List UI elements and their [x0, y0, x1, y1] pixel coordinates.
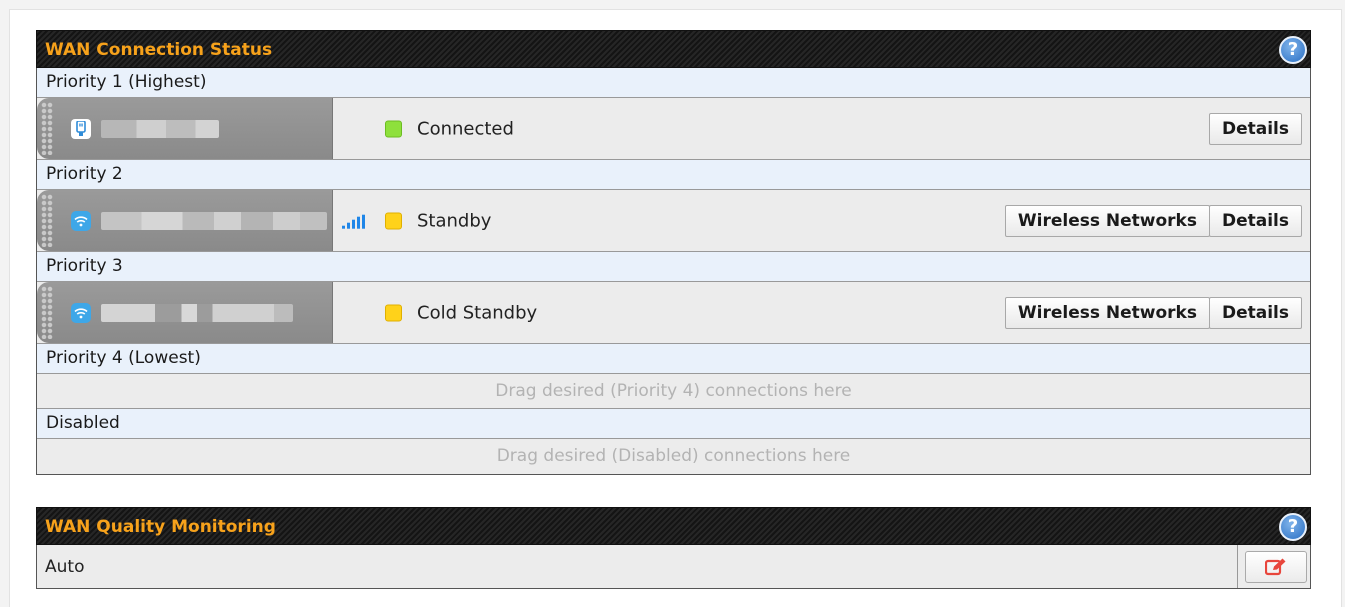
- connection-status: Connected: [417, 118, 514, 139]
- wan-connection-status-panel: WAN Connection Status ? Priority 1 (High…: [36, 30, 1311, 475]
- details-button[interactable]: Details: [1208, 296, 1302, 329]
- usb-modem-icon: [71, 118, 91, 139]
- quality-monitoring-value: Auto: [45, 556, 85, 577]
- wireless-networks-button[interactable]: Wireless Networks: [1004, 296, 1210, 329]
- connection-row-priority-3: Cold Standby Wireless Networks Details: [37, 282, 1310, 344]
- column-divider: [1237, 545, 1238, 588]
- signal-bars-icon: [342, 214, 365, 229]
- connection-status: Standby: [417, 210, 492, 231]
- connection-row-priority-2: Standby Wireless Networks Details: [37, 190, 1310, 252]
- panel-title: WAN Connection Status: [45, 40, 273, 60]
- row-actions: Details: [1208, 112, 1302, 145]
- quality-monitoring-row: Auto: [36, 545, 1311, 589]
- priority-1-label: Priority 1 (Highest): [37, 68, 1310, 98]
- priority-2-label: Priority 2: [37, 160, 1310, 190]
- row-actions: Wireless Networks Details: [1004, 296, 1302, 329]
- connection-tile[interactable]: [37, 282, 333, 343]
- connection-name-redacted: [101, 119, 219, 138]
- status-indicator: [385, 304, 402, 321]
- drag-handle[interactable]: [41, 286, 53, 339]
- drag-handle[interactable]: [41, 102, 53, 155]
- wan-quality-monitoring-panel: WAN Quality Monitoring ? Auto: [36, 507, 1311, 589]
- edit-icon: [1265, 558, 1286, 576]
- details-button[interactable]: Details: [1208, 204, 1302, 237]
- help-icon[interactable]: ?: [1279, 513, 1307, 541]
- priority-table: Priority 1 (Highest) Connected Details P…: [36, 68, 1311, 475]
- wifi-icon: [71, 210, 91, 231]
- connection-name-redacted: [101, 303, 293, 322]
- disabled-drop-zone[interactable]: Drag desired (Disabled) connections here: [37, 439, 1310, 474]
- connection-name-redacted: [101, 211, 327, 230]
- connection-tile[interactable]: [37, 98, 333, 159]
- disabled-label: Disabled: [37, 409, 1310, 439]
- status-indicator: [385, 120, 402, 137]
- help-icon[interactable]: ?: [1279, 36, 1307, 64]
- edit-button[interactable]: [1245, 551, 1307, 583]
- priority-4-label: Priority 4 (Lowest): [37, 344, 1310, 374]
- status-indicator: [385, 212, 402, 229]
- panel-title: WAN Quality Monitoring: [45, 517, 276, 537]
- connection-row-priority-1: Connected Details: [37, 98, 1310, 160]
- priority-3-label: Priority 3: [37, 252, 1310, 282]
- row-actions: Wireless Networks Details: [1004, 204, 1302, 237]
- panel-header: WAN Connection Status ?: [36, 30, 1311, 68]
- drag-handle[interactable]: [41, 194, 53, 247]
- panel-header: WAN Quality Monitoring ?: [36, 507, 1311, 545]
- connection-tile[interactable]: [37, 190, 333, 251]
- wifi-icon: [71, 302, 91, 323]
- details-button[interactable]: Details: [1208, 112, 1302, 145]
- wireless-networks-button[interactable]: Wireless Networks: [1004, 204, 1210, 237]
- connection-status: Cold Standby: [417, 302, 538, 323]
- priority-4-drop-zone[interactable]: Drag desired (Priority 4) connections he…: [37, 374, 1310, 409]
